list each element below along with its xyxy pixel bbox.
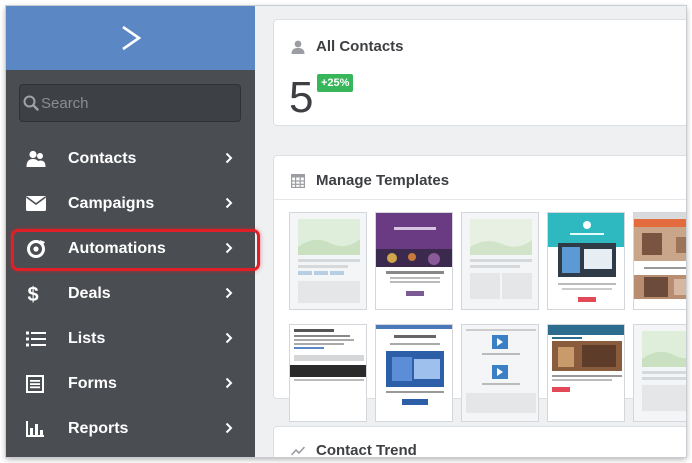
sidebar-item-reports[interactable]: Reports — [6, 406, 255, 451]
chevron-right-icon — [225, 421, 233, 439]
search-icon — [20, 85, 41, 121]
all-contacts-title: All Contacts — [316, 38, 404, 55]
card-title: Manage Templates — [291, 172, 449, 189]
envelope-icon — [26, 196, 68, 211]
sidebar: Contacts Campaigns — [6, 6, 260, 457]
list-icon — [26, 331, 68, 347]
sidebar-item-automations[interactable]: Automations — [6, 226, 260, 271]
contact-trend-title: Contact Trend — [316, 442, 417, 457]
sidebar-header — [6, 6, 255, 70]
chevron-right-icon — [225, 196, 233, 214]
template-thumbnail[interactable] — [375, 324, 453, 422]
sidebar-item-label: Campaigns — [68, 194, 155, 212]
sidebar-item-label: Deals — [68, 284, 111, 302]
manage-templates-title: Manage Templates — [316, 172, 450, 189]
template-thumbnail[interactable] — [375, 212, 453, 310]
sidebar-item-label: Automations — [68, 239, 166, 257]
sidebar-item-forms[interactable]: Forms — [6, 361, 255, 406]
template-thumbnail[interactable] — [289, 324, 367, 422]
template-icon — [291, 173, 305, 188]
chevron-right-icon — [225, 376, 233, 394]
template-thumbnail[interactable] — [461, 212, 539, 310]
sidebar-item-contacts[interactable]: Contacts — [6, 136, 255, 181]
form-icon — [26, 374, 68, 393]
svg-text:$: $ — [27, 284, 38, 305]
chevron-right-icon — [225, 286, 233, 304]
template-thumbnail[interactable] — [289, 212, 367, 310]
sidebar-item-deals[interactable]: $ Deals — [6, 271, 255, 316]
change-badge: +25% — [317, 74, 354, 92]
template-thumbnail[interactable] — [547, 212, 625, 310]
sidebar-item-label: Reports — [68, 419, 129, 437]
sidebar-nav: Contacts Campaigns Automations $ Deals L… — [6, 136, 260, 451]
divider — [274, 199, 686, 200]
contact-trend-card: Contact Trend — [273, 426, 686, 457]
template-thumbnail[interactable] — [461, 324, 539, 422]
sidebar-item-label: Forms — [68, 374, 117, 392]
chevron-right-icon — [225, 241, 233, 259]
logo-arrow-icon[interactable] — [120, 25, 142, 51]
sidebar-item-label: Lists — [68, 329, 106, 347]
contacts-icon — [26, 150, 68, 168]
chevron-right-icon — [225, 331, 233, 349]
automations-icon — [26, 239, 68, 259]
search-box[interactable] — [19, 84, 241, 122]
main-content: All Contacts 5 +25% Manage Templates Con… — [255, 6, 686, 457]
contacts-count: 5 — [289, 73, 314, 122]
card-title: All Contacts — [291, 38, 404, 55]
template-thumbnail[interactable] — [633, 212, 686, 310]
app-window: Contacts Campaigns — [6, 6, 686, 457]
template-thumbnail[interactable] — [547, 324, 625, 422]
sidebar-item-campaigns[interactable]: Campaigns — [6, 181, 255, 226]
template-thumbnail[interactable] — [633, 324, 686, 422]
sidebar-item-lists[interactable]: Lists — [6, 316, 255, 361]
bar-chart-icon — [26, 420, 68, 437]
person-icon — [291, 40, 305, 54]
trend-line-icon — [291, 445, 305, 457]
dollar-icon: $ — [26, 283, 68, 305]
manage-templates-card: Manage Templates — [273, 155, 686, 422]
chevron-right-icon — [225, 151, 233, 169]
sidebar-item-label: Contacts — [68, 149, 137, 167]
search-input[interactable] — [41, 85, 240, 121]
all-contacts-card[interactable]: All Contacts 5 +25% — [273, 19, 686, 126]
card-title: Contact Trend — [291, 442, 417, 457]
